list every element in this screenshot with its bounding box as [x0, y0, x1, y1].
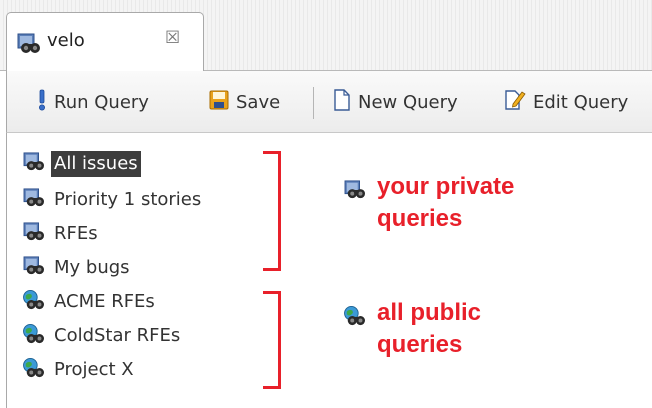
private-queries-annotation: your private queries	[377, 171, 514, 235]
binoculars-private-icon	[23, 187, 45, 213]
query-list-panel: All issues Priority 1 stories RFEs My bu…	[6, 133, 652, 408]
binoculars-private-icon	[23, 255, 45, 281]
new-query-label: New Query	[358, 91, 458, 113]
binoculars-private-icon	[17, 33, 41, 60]
query-label: Priority 1 stories	[54, 189, 202, 210]
annotation-line: all public	[377, 299, 482, 326]
query-label: All issues	[51, 151, 141, 177]
public-query-item[interactable]: Project X	[23, 355, 137, 385]
annotation-line: queries	[377, 331, 463, 358]
run-query-button[interactable]: Run Query	[37, 71, 149, 133]
binoculars-globe-public-icon	[344, 306, 366, 331]
edit-document-icon	[504, 89, 526, 116]
private-query-item[interactable]: All issues	[23, 149, 141, 179]
query-label: My bugs	[54, 257, 130, 278]
binoculars-globe-public-icon	[23, 357, 45, 383]
query-label: Project X	[54, 359, 134, 380]
edit-query-label: Edit Query	[533, 91, 629, 113]
private-query-item[interactable]: My bugs	[23, 253, 133, 283]
tab-velo[interactable]: velo ☒	[6, 12, 204, 71]
annotation-line: your private	[377, 173, 515, 200]
private-query-item[interactable]: Priority 1 stories	[23, 185, 204, 215]
save-button[interactable]: Save	[209, 71, 280, 133]
binoculars-private-icon	[23, 221, 45, 247]
binoculars-globe-public-icon	[23, 289, 45, 315]
public-queries-bracket	[263, 291, 281, 389]
toolbar: Run Query Save New Query Edit Query	[6, 71, 652, 133]
save-label: Save	[236, 91, 281, 113]
run-query-label: Run Query	[54, 91, 149, 113]
new-query-button[interactable]: New Query	[333, 71, 458, 133]
query-label: ColdStar RFEs	[54, 325, 181, 346]
public-queries-annotation: all public queries	[377, 297, 481, 361]
query-label: ACME RFEs	[54, 291, 155, 312]
edit-query-button[interactable]: Edit Query	[504, 71, 628, 133]
public-query-item[interactable]: ACME RFEs	[23, 287, 158, 317]
toolbar-separator	[313, 87, 314, 119]
binoculars-private-icon	[23, 151, 45, 177]
close-icon[interactable]: ☒	[165, 28, 180, 48]
private-queries-bracket	[263, 151, 281, 271]
annotation-line: queries	[377, 205, 463, 232]
editor-tab-bar: velo ☒	[0, 0, 652, 71]
binoculars-private-icon	[344, 180, 366, 205]
binoculars-globe-public-icon	[23, 323, 45, 349]
private-query-item[interactable]: RFEs	[23, 219, 101, 249]
new-document-icon	[333, 88, 351, 116]
exclamation-icon	[37, 89, 47, 116]
tab-title: velo	[47, 30, 85, 51]
floppy-disk-icon	[209, 90, 229, 115]
public-query-item[interactable]: ColdStar RFEs	[23, 321, 183, 351]
query-label: RFEs	[54, 223, 98, 244]
